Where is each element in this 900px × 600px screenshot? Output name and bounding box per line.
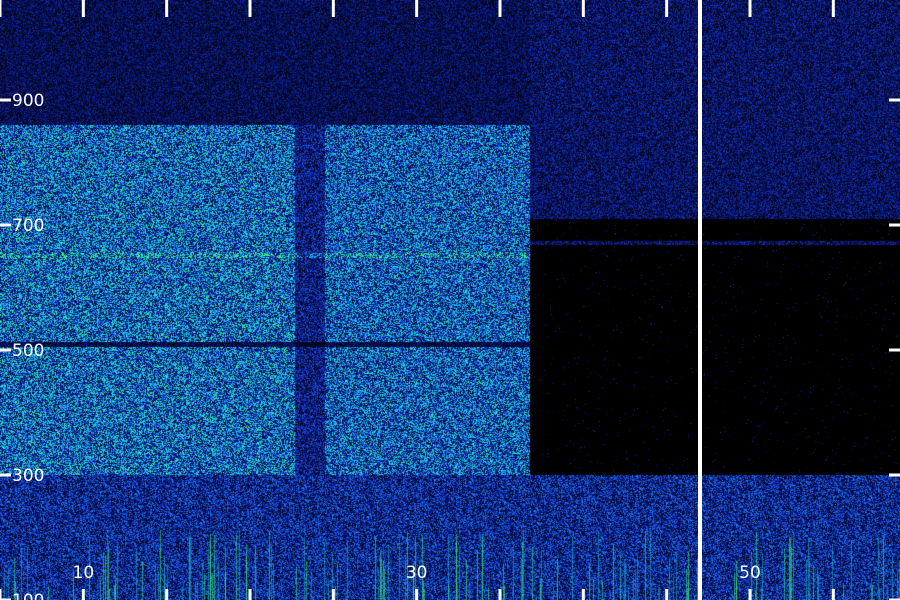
y-tick-label: 100	[12, 591, 44, 600]
x-tick-label: 50	[739, 563, 761, 583]
y-tick-label: 900	[12, 91, 44, 111]
spectrogram-chart: 10 30 50 100 300 500 700 900	[0, 0, 900, 600]
y-tick-label: 700	[12, 216, 44, 236]
x-tick-label: 30	[406, 563, 428, 583]
axes-overlay: 10 30 50 100 300 500 700 900	[0, 0, 900, 600]
x-tick-label: 10	[73, 563, 95, 583]
y-tick-label: 300	[12, 466, 44, 486]
y-tick-label: 500	[12, 341, 44, 361]
